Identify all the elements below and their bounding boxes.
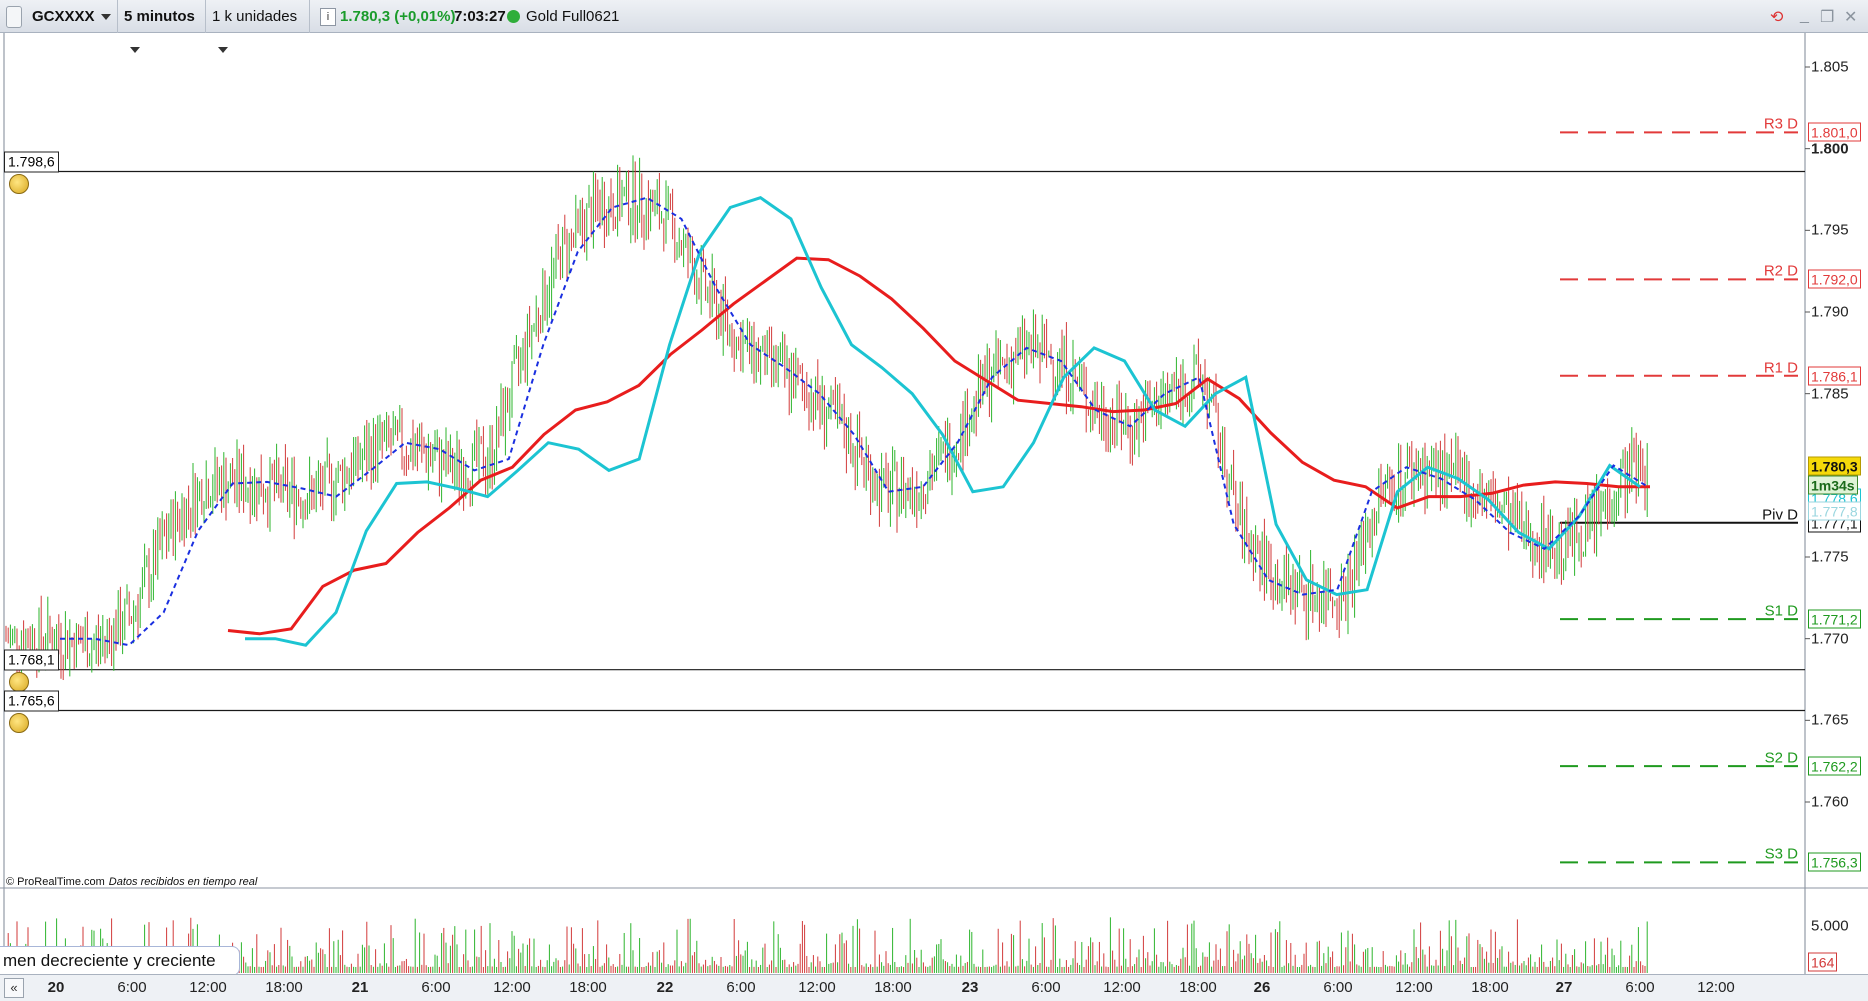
last-price-change: 1.780,3 (+0,01%) <box>340 8 456 25</box>
pivot-value-tag: 1.792,0 <box>1808 269 1861 289</box>
symbol-selector[interactable]: GCXXXX <box>26 0 118 33</box>
x-day-label: 20 <box>47 979 65 996</box>
toolbar: GCXXXX 5 minutos 1 k unidades i 1.780,3 … <box>0 0 1868 54</box>
x-tick-label: 12:00 <box>493 979 531 996</box>
moving-averages <box>60 196 1650 647</box>
volume-indicator-label[interactable]: men decreciente y creciente <box>0 946 240 976</box>
y-tick-label: 1.775 <box>1811 548 1849 566</box>
y-tick-label: 1.760 <box>1811 793 1849 811</box>
volume-bars <box>5 917 1648 973</box>
ma-cyan-line <box>245 196 1641 647</box>
pivot-lines <box>1560 131 1798 864</box>
minimize-icon[interactable]: _ <box>1800 7 1809 25</box>
drag-handle[interactable] <box>6 6 22 28</box>
alert-line-label[interactable]: 1.768,1 <box>4 649 59 671</box>
pivot-name: S1 D <box>1764 602 1798 620</box>
x-tick-label: 12:00 <box>1103 979 1141 996</box>
info-icon[interactable]: i <box>320 8 336 26</box>
x-tick-label: 18:00 <box>1471 979 1509 996</box>
pivot-value-tag: 1.756,3 <box>1808 852 1861 872</box>
pivot-name: S3 D <box>1764 845 1798 863</box>
ma-blue-line <box>60 196 1649 647</box>
x-tick-label: 18:00 <box>265 979 303 996</box>
pivot-value-tag: 1.801,0 <box>1808 122 1861 142</box>
alert-line-label[interactable]: 1.798,6 <box>4 151 59 173</box>
units-label: 1 k unidades <box>212 8 298 25</box>
restore-icon[interactable]: ❐ <box>1820 7 1834 27</box>
x-tick-label: 18:00 <box>569 979 607 996</box>
x-tick-label: 12:00 <box>189 979 227 996</box>
x-axis: « 20 6:00 12:00 18:00 21 6:00 12:00 18:00 22 6:00… <box>0 974 1868 1001</box>
x-day-label: 22 <box>656 979 674 996</box>
pivot-name: S2 D <box>1764 749 1798 767</box>
bell-icon[interactable] <box>9 671 29 692</box>
x-tick-label: 12:00 <box>798 979 836 996</box>
candles <box>5 155 1648 681</box>
symbol-label: GCXXXX <box>32 8 95 25</box>
y-tick-label: 1.795 <box>1811 221 1849 239</box>
y-tick-label: 1.790 <box>1811 303 1849 321</box>
ma-value-tag: 1.777,8 <box>1808 501 1861 521</box>
clock-time: 7:03:27 <box>454 8 506 25</box>
x-tick-label: 6:00 <box>1031 979 1061 996</box>
horizontal-lines <box>4 170 1805 712</box>
y-tick-label: 1.765 <box>1811 711 1849 729</box>
sync-icon[interactable]: ⟲ <box>1770 7 1783 27</box>
instrument-name: Gold Full0621 <box>526 8 620 25</box>
alert-line-label[interactable]: 1.765,6 <box>4 690 59 712</box>
x-tick-label: 6:00 <box>726 979 756 996</box>
x-day-label: 21 <box>351 979 369 996</box>
timeframe-label: 5 minutos <box>124 8 195 25</box>
pivot-value-tag: 1.786,1 <box>1808 366 1861 386</box>
x-tick-label: 12:00 <box>1395 979 1433 996</box>
x-tick-label: 12:00 <box>1697 979 1735 996</box>
current-price-tag: 1.780,3 <box>1808 456 1861 476</box>
credit-note: Datos recibidos en tiempo real <box>108 876 258 888</box>
timeframe-selector[interactable]: 5 minutos <box>118 0 206 54</box>
pivot-name: R1 D <box>1763 359 1798 377</box>
status-dot-icon <box>507 10 520 23</box>
chevron-down-icon <box>100 14 111 21</box>
x-tick-label: 6:00 <box>1625 979 1655 996</box>
pivot-value-tag: 1.762,2 <box>1808 756 1861 776</box>
x-day-label: 26 <box>1253 979 1271 996</box>
units-selector[interactable]: 1 k unidades <box>206 0 310 54</box>
x-tick-label: 6:00 <box>117 979 147 996</box>
x-day-label: 27 <box>1555 979 1573 996</box>
x-tick-label: 6:00 <box>421 979 451 996</box>
volume-last-tag: 164 <box>1808 952 1838 972</box>
pivot-name: R2 D <box>1763 262 1798 280</box>
pivot-name: Piv D <box>1762 506 1798 524</box>
data-credit: © ProRealTime.com Datos recibidos en tiem… <box>6 876 257 888</box>
y-tick-label: 1.805 <box>1811 58 1849 76</box>
x-tick-label: 6:00 <box>1323 979 1353 996</box>
bar-countdown-tag: 1m34s <box>1808 475 1858 495</box>
pivot-value-tag: 1.771,2 <box>1808 609 1861 629</box>
y-tick-label: 1.785 <box>1811 385 1849 403</box>
credit-source: © ProRealTime.com <box>6 876 105 888</box>
scroll-left-icon[interactable]: « <box>4 978 24 998</box>
y-tick-label: 1.770 <box>1811 630 1849 648</box>
price-chart[interactable] <box>0 33 1868 974</box>
x-tick-label: 18:00 <box>874 979 912 996</box>
close-icon[interactable]: ✕ <box>1844 7 1857 27</box>
bell-icon[interactable] <box>9 173 29 194</box>
pivot-name: R3 D <box>1763 115 1798 133</box>
bell-icon[interactable] <box>9 712 29 733</box>
volume-axis-label: 5.000 <box>1811 917 1849 935</box>
x-day-label: 23 <box>961 979 979 996</box>
x-tick-label: 18:00 <box>1179 979 1217 996</box>
